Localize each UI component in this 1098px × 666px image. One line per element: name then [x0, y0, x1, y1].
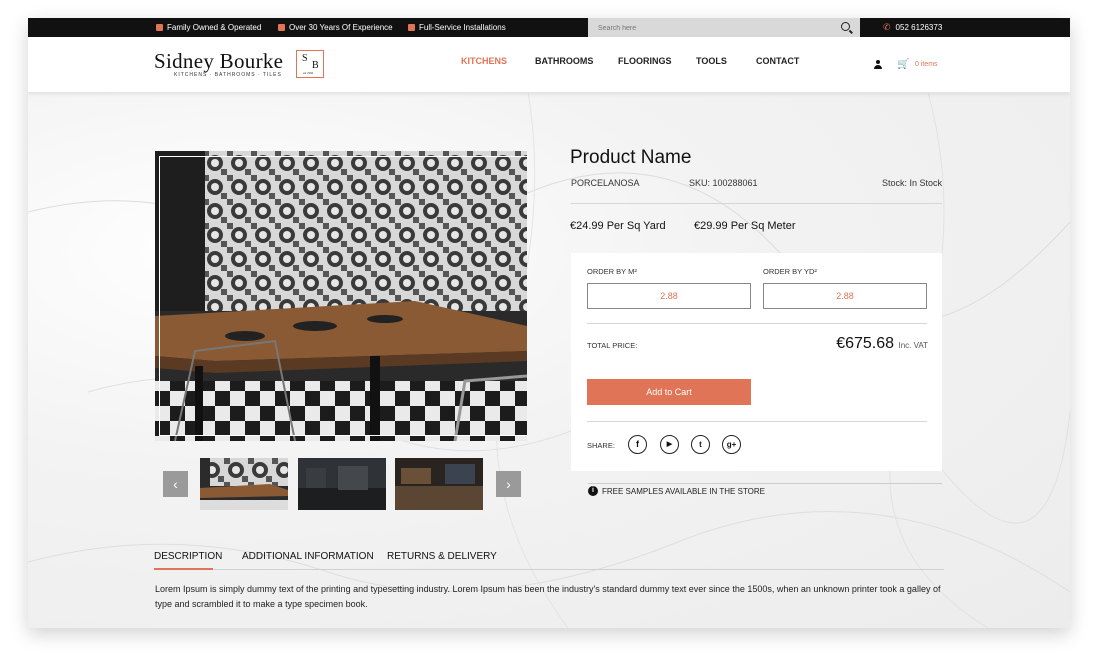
tabs-underline — [154, 569, 944, 570]
phone-icon: ✆ — [883, 22, 891, 32]
monogram-est: est 1992 — [303, 71, 314, 75]
tab-description[interactable]: DESCRIPTION — [154, 551, 222, 562]
order-card: ORDER BY M² ORDER BY YD² 2.88 2.88 TOTAL… — [571, 253, 942, 471]
thumbnail-photo — [298, 458, 386, 510]
nav-item-bathrooms[interactable]: BATHROOMS — [535, 56, 593, 66]
order-m2-label: ORDER BY M² — [587, 267, 637, 276]
toolbox-icon — [408, 24, 415, 31]
award-icon — [278, 24, 285, 31]
total-price-suffix: Inc. VAT — [898, 341, 929, 350]
info-icon: i — [588, 486, 598, 496]
cart-count[interactable]: 0 items — [915, 61, 938, 68]
nav-item-kitchens[interactable]: KITCHENS — [461, 56, 507, 66]
youtube-icon[interactable]: ▶ — [660, 435, 679, 454]
monogram-s: S — [302, 53, 308, 64]
site-header: Sidney Bourke KITCHENS · BATHROOMS · TIL… — [28, 37, 1070, 93]
user-icon[interactable] — [874, 60, 882, 69]
order-m2-input[interactable]: 2.88 — [587, 283, 751, 309]
order-yd2-input[interactable]: 2.88 — [763, 283, 927, 309]
product-description: Lorem Ipsum is simply dummy text of the … — [155, 584, 941, 609]
product-main-image[interactable] — [155, 151, 527, 441]
search-box — [588, 18, 860, 37]
free-samples-text: FREE SAMPLES AVAILABLE IN THE STORE — [602, 486, 766, 496]
topbar-item-label: Family Owned & Operated — [167, 23, 262, 32]
topbar-item-label: Over 30 Years Of Experience — [289, 23, 393, 32]
search-icon[interactable] — [841, 22, 850, 31]
topbar-item-experience: Over 30 Years Of Experience — [278, 18, 393, 37]
card-divider — [587, 323, 927, 324]
family-icon — [156, 24, 163, 31]
thumbnail-next-button[interactable]: › — [496, 471, 521, 497]
order-yd2-label: ORDER BY YD² — [763, 267, 817, 276]
logo-name[interactable]: Sidney Bourke — [154, 49, 283, 74]
facebook-icon[interactable]: f — [628, 435, 647, 454]
topbar-item-installations: Full-Service Installations — [408, 18, 506, 37]
topbar-item-family: Family Owned & Operated — [156, 18, 261, 37]
total-price-value: €675.68 — [836, 335, 895, 352]
google-plus-icon[interactable]: g+ — [722, 435, 741, 454]
price-per-meter: €29.99 Per Sq Meter — [694, 220, 796, 232]
thumbnail-2[interactable] — [298, 458, 386, 510]
total-price-label: TOTAL PRICE: — [587, 341, 638, 350]
card-divider — [587, 421, 927, 422]
top-bar: Family Owned & Operated Over 30 Years Of… — [28, 18, 1070, 37]
monogram-b: B — [312, 60, 319, 71]
product-stock: Stock: In Stock — [882, 178, 943, 188]
thumbnail-3[interactable] — [395, 458, 483, 510]
search-input[interactable] — [596, 21, 830, 36]
product-title: Product Name — [570, 147, 692, 168]
nav-item-floorings[interactable]: FLOORINGS — [618, 56, 672, 66]
phone-contact[interactable]: ✆ 052 6126373 — [883, 18, 942, 37]
tab-returns-delivery[interactable]: RETURNS & DELIVERY — [387, 551, 497, 562]
thumbnail-photo — [395, 458, 483, 510]
tab-additional-information[interactable]: ADDITIONAL INFORMATION — [242, 551, 374, 562]
topbar-item-label: Full-Service Installations — [419, 23, 506, 32]
thumbnail-photo — [200, 458, 288, 510]
cart-icon[interactable]: 🛒 — [897, 59, 909, 70]
total-price: €675.68 Inc. VAT — [836, 335, 928, 353]
browser-frame: Family Owned & Operated Over 30 Years Of… — [28, 18, 1070, 628]
price-per-yard: €24.99 Per Sq Yard — [570, 220, 666, 232]
thumbnail-prev-button[interactable]: ‹ — [163, 471, 188, 497]
product-sku: SKU: 100288061 — [689, 178, 758, 188]
logo-monogram[interactable]: S B est 1992 — [296, 50, 324, 78]
info-divider — [571, 203, 942, 204]
samples-divider — [588, 483, 942, 484]
thumbnail-1[interactable] — [200, 458, 288, 510]
tab-active-indicator — [154, 568, 213, 570]
share-label: SHARE: — [587, 441, 615, 450]
phone-number: 052 6126373 — [895, 23, 943, 32]
product-brand: PORCELANOSA — [571, 178, 640, 188]
nav-item-tools[interactable]: TOOLS — [696, 56, 727, 66]
add-to-cart-button[interactable]: Add to Cart — [587, 379, 751, 405]
logo-tagline: KITCHENS · BATHROOMS · TILES — [174, 72, 282, 78]
free-samples-note: i FREE SAMPLES AVAILABLE IN THE STORE — [588, 486, 765, 496]
image-frame-border — [159, 156, 527, 436]
nav-item-contact[interactable]: CONTACT — [756, 56, 799, 66]
twitter-icon[interactable]: t — [691, 435, 710, 454]
